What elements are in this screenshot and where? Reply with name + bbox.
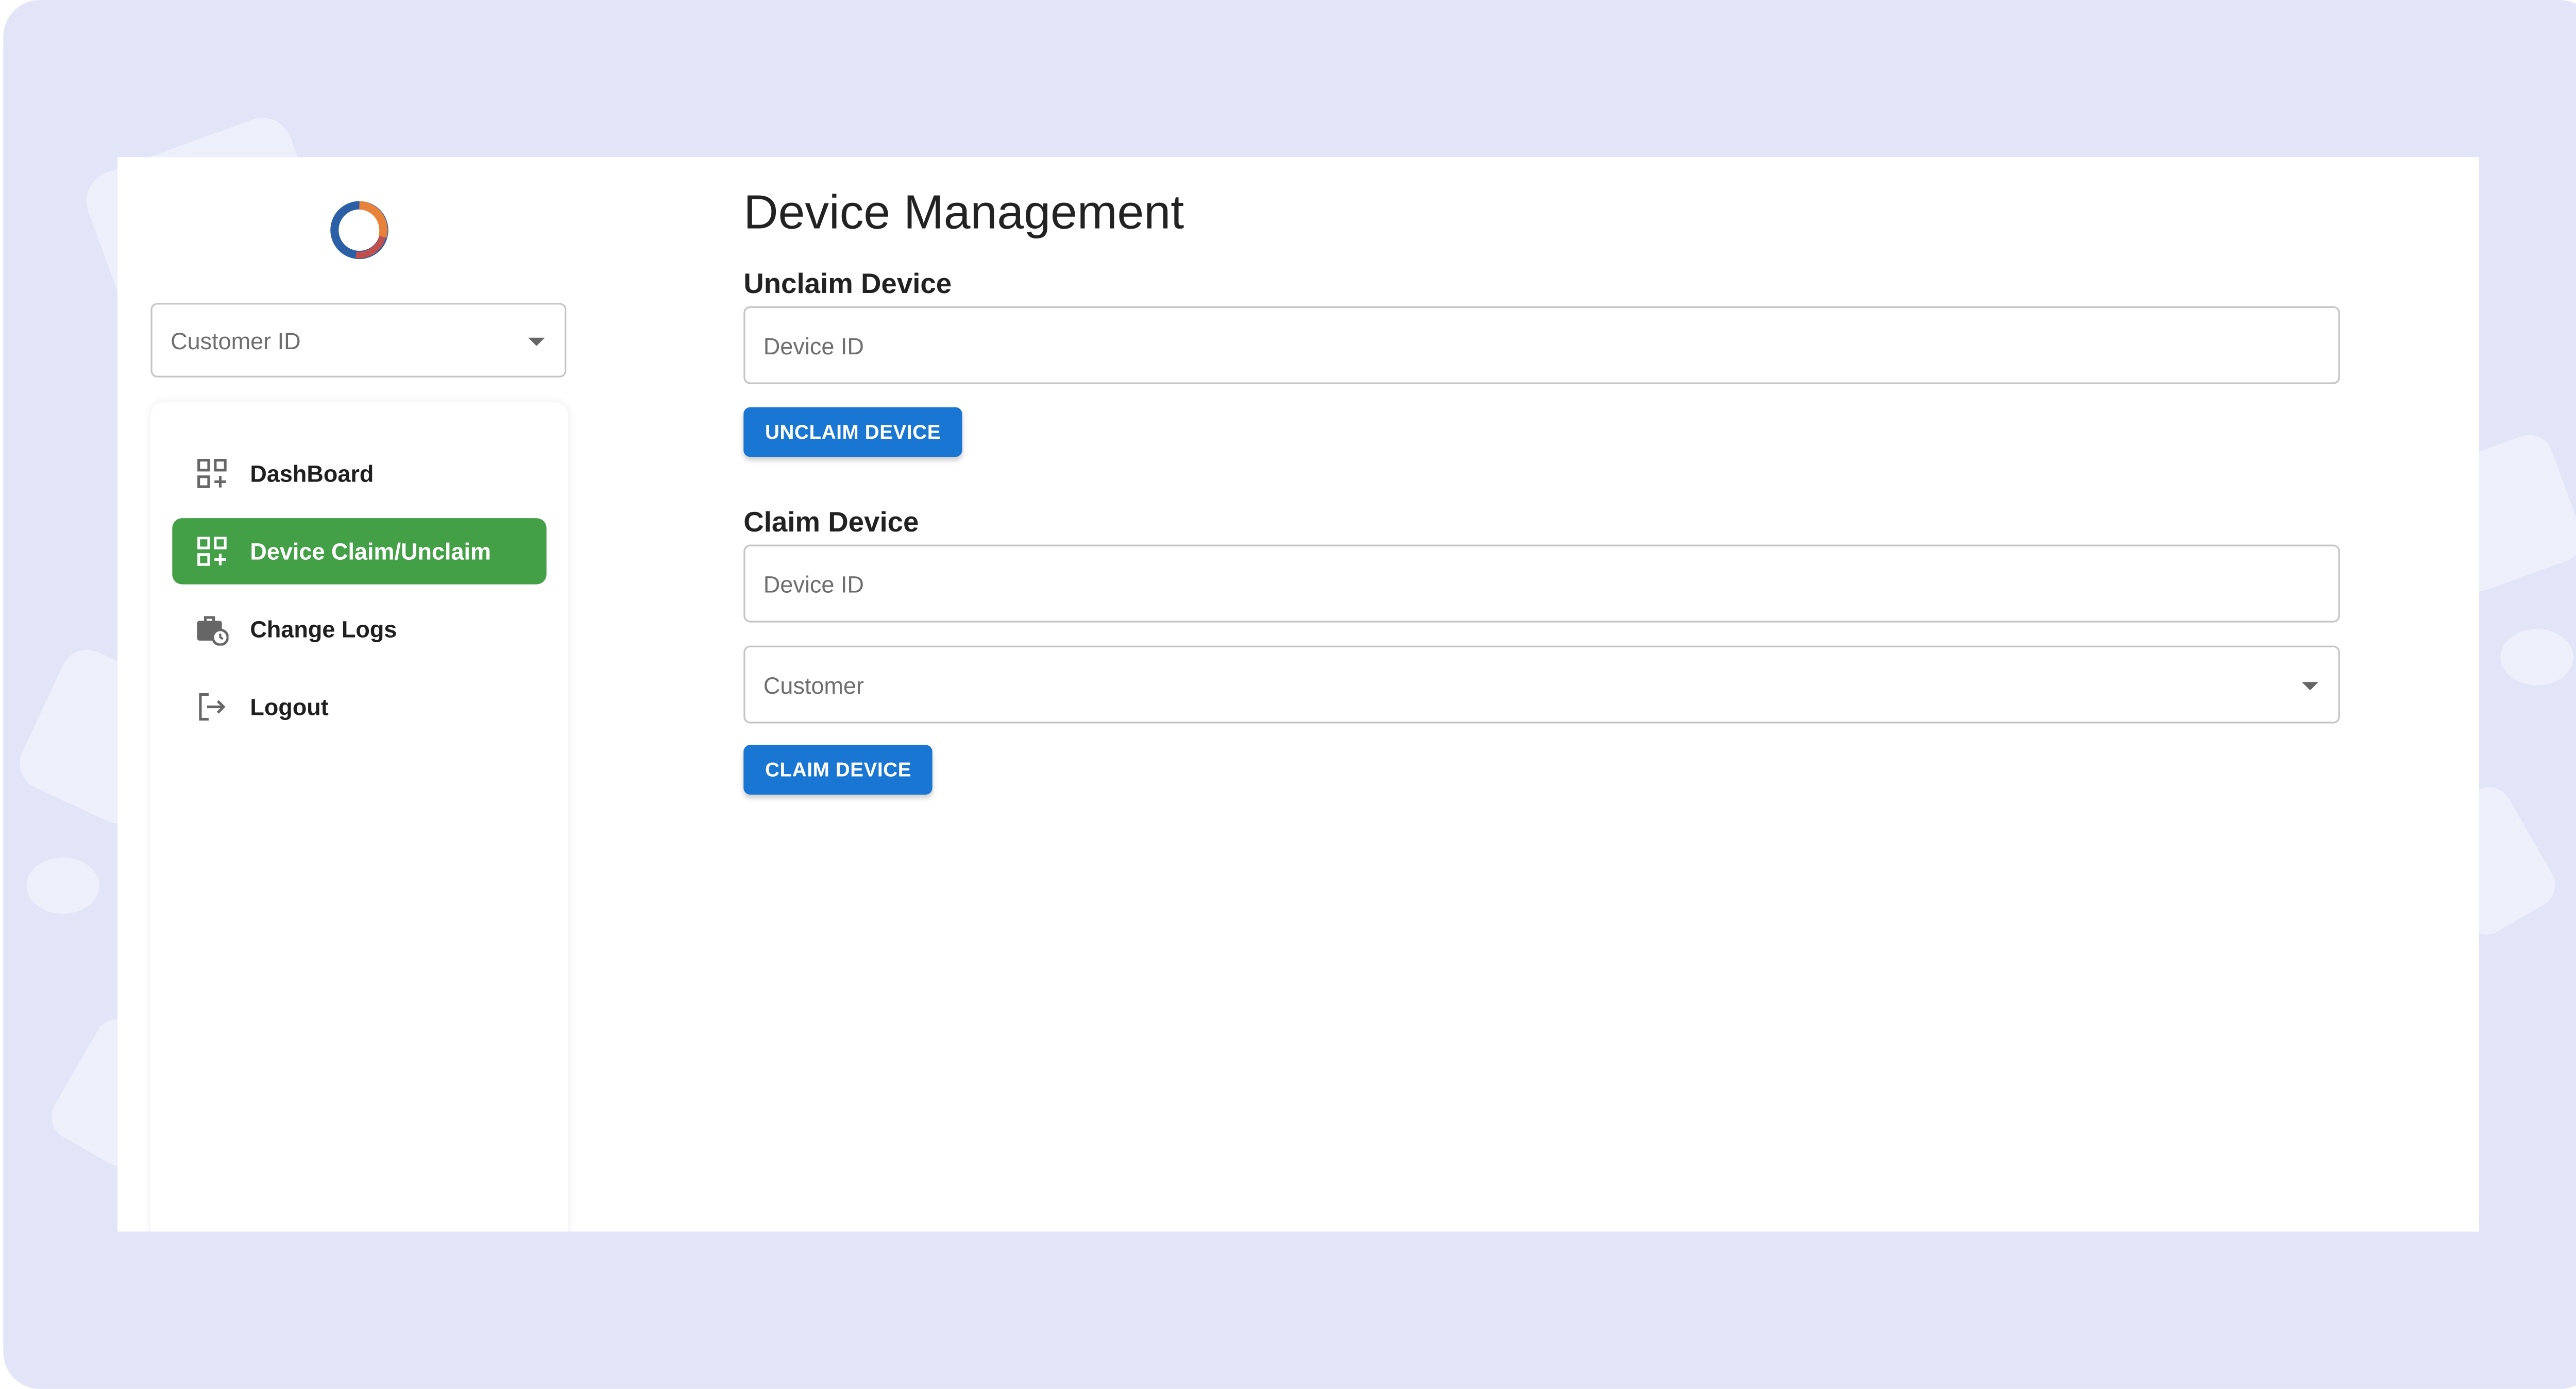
logout-icon bbox=[195, 690, 228, 723]
sidebar-item-change-logs[interactable]: Change Logs bbox=[172, 596, 546, 662]
claim-device-id-field[interactable] bbox=[743, 544, 2340, 623]
main-content: Device Management Unclaim Device UNCLAIM… bbox=[743, 157, 2479, 1231]
chevron-down-icon bbox=[528, 337, 545, 346]
customer-select[interactable]: Customer bbox=[743, 645, 2340, 724]
sidebar-item-logout[interactable]: Logout bbox=[172, 674, 546, 740]
sidebar-item-label: DashBoard bbox=[250, 460, 374, 487]
briefcase-clock-icon bbox=[195, 612, 229, 646]
dashboard-icon bbox=[195, 457, 228, 490]
sidebar-item-dashboard[interactable]: DashBoard bbox=[172, 440, 546, 507]
unclaim-section-title: Unclaim Device bbox=[743, 268, 952, 300]
dashboard-icon bbox=[195, 535, 228, 568]
claim-device-button[interactable]: CLAIM DEVICE bbox=[743, 745, 933, 795]
claim-device-id-input[interactable] bbox=[763, 570, 2338, 597]
customer-id-select[interactable]: Customer ID bbox=[150, 303, 567, 378]
sidebar-nav: DashBoard Device Claim/Unclaim Change Lo… bbox=[150, 402, 568, 1232]
sidebar-item-device-claim-unclaim[interactable]: Device Claim/Unclaim bbox=[172, 518, 547, 585]
app-window: Customer ID DashBoard Device Claim/Uncla… bbox=[117, 157, 2479, 1232]
unclaim-device-button[interactable]: UNCLAIM DEVICE bbox=[743, 407, 962, 457]
unclaim-device-id-input[interactable] bbox=[763, 332, 2338, 358]
sidebar-item-label: Change Logs bbox=[250, 615, 397, 643]
claim-section-title: Claim Device bbox=[743, 506, 919, 538]
sidebar-item-label: Device Claim/Unclaim bbox=[250, 538, 492, 565]
unclaim-device-id-field[interactable] bbox=[743, 306, 2340, 384]
customer-select-label: Customer bbox=[763, 671, 864, 698]
page-title: Device Management bbox=[743, 187, 1184, 241]
sidebar-item-label: Logout bbox=[250, 693, 329, 721]
decor-shape bbox=[26, 858, 99, 914]
decor-shape bbox=[2500, 629, 2574, 685]
customer-id-select-label: Customer ID bbox=[171, 327, 301, 354]
brand-logo bbox=[326, 197, 393, 264]
chevron-down-icon bbox=[2301, 681, 2319, 690]
